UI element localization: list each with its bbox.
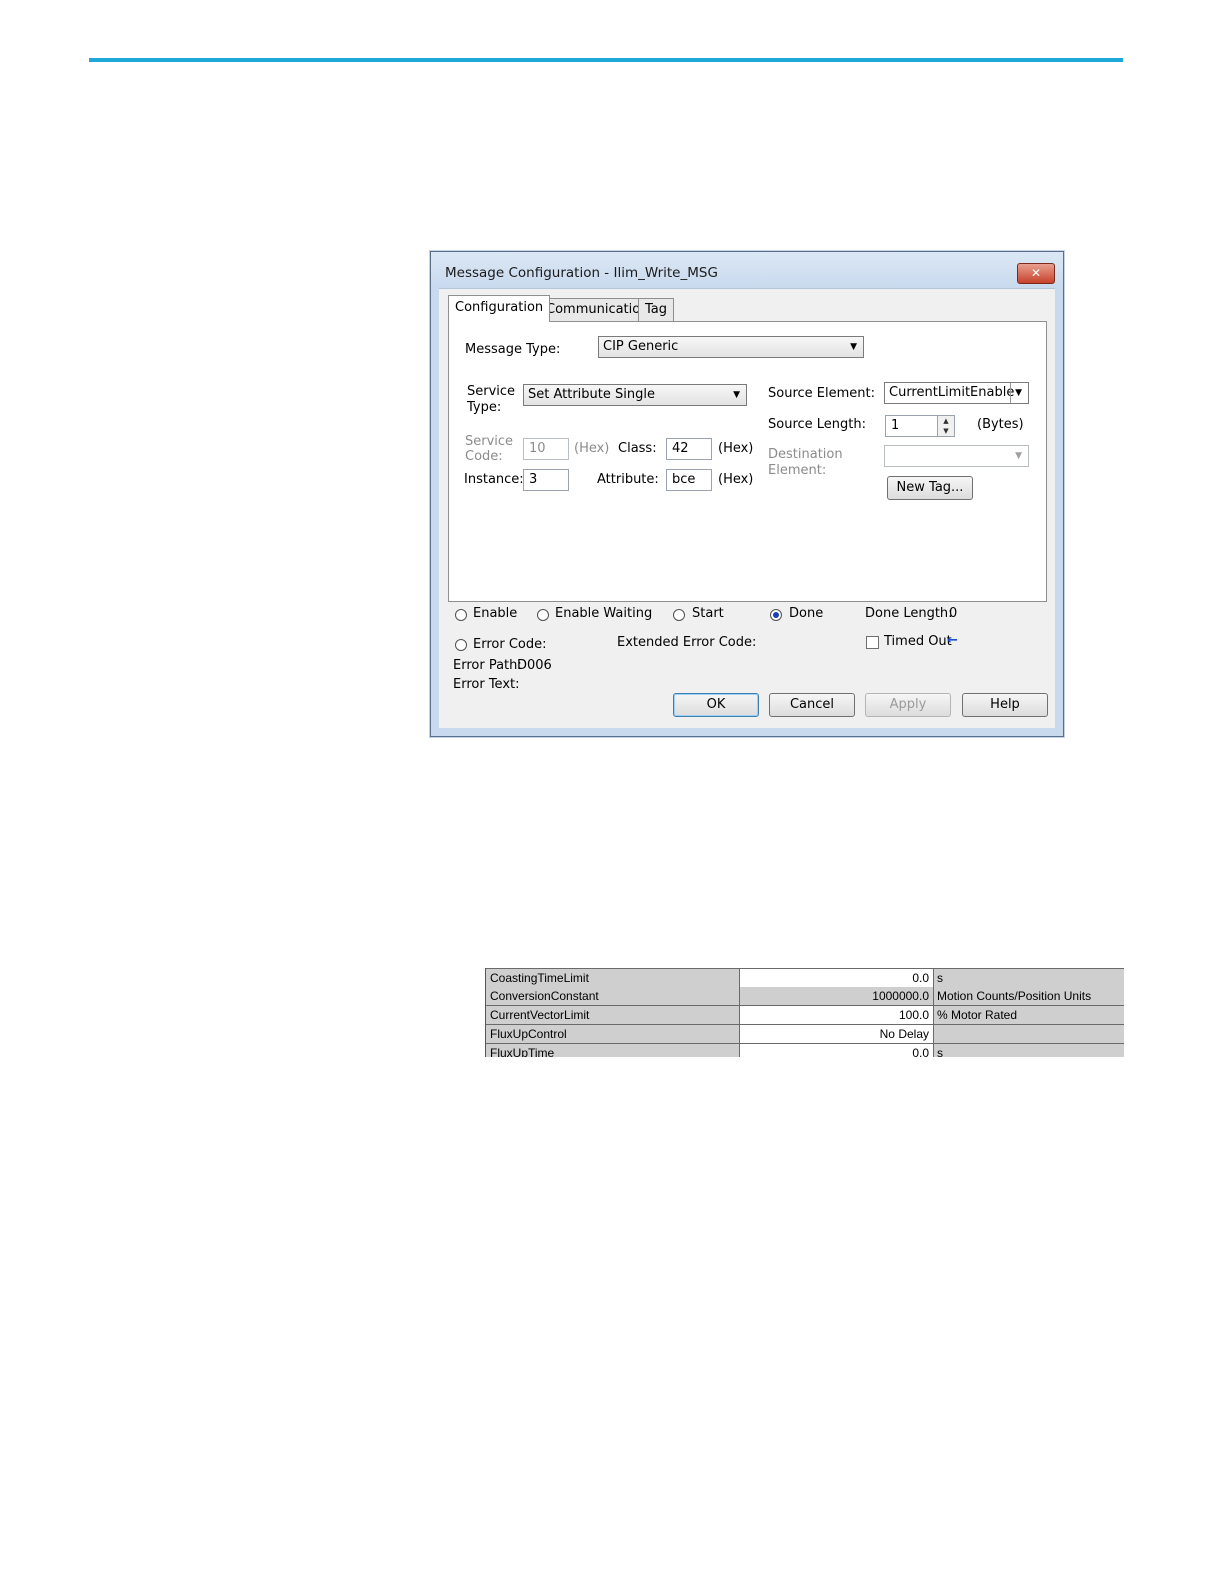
parameter-value[interactable]: 1000000.0 — [740, 987, 934, 1005]
chevron-down-icon: ▼ — [1015, 451, 1022, 461]
help-button[interactable]: Help — [962, 693, 1048, 717]
message-type-value: CIP Generic — [603, 339, 679, 354]
dialog-frame-left — [431, 288, 439, 736]
source-element-value: CurrentLimitEnable — [889, 385, 1015, 400]
service-code-field: 10 — [523, 438, 569, 460]
chevron-down-icon: ▼ — [850, 342, 857, 352]
service-type-value: Set Attribute Single — [528, 387, 655, 402]
message-configuration-dialog: Message Configuration - Ilim_Write_MSG ✕… — [430, 251, 1064, 737]
service-type-label-2: Type: — [467, 400, 502, 415]
parameter-name: ConversionConstant — [486, 987, 740, 1005]
parameter-value[interactable]: 0.0 — [740, 969, 934, 987]
chevron-down-icon: ▼ — [1010, 383, 1022, 403]
service-code-label: Service — [465, 434, 514, 449]
ok-button[interactable]: OK — [673, 693, 759, 717]
parameter-value[interactable]: 0.0 — [740, 1044, 934, 1057]
configuration-panel: Message Type: CIP Generic ▼ Service Type… — [448, 321, 1047, 602]
parameter-unit: % Motor Rated — [934, 1006, 1124, 1024]
extended-error-code-label: Extended Error Code: — [617, 635, 757, 650]
service-type-select[interactable]: Set Attribute Single ▼ — [523, 384, 747, 406]
parameter-name: FluxUpControl — [486, 1025, 740, 1043]
timed-out-checkbox — [866, 636, 879, 649]
page-top-rule — [89, 58, 1123, 62]
new-tag-button[interactable]: New Tag... — [887, 476, 973, 500]
done-length-value: 0 — [949, 606, 958, 621]
instance-field[interactable]: 3 — [523, 469, 569, 491]
dialog-frame-bottom — [431, 728, 1063, 736]
error-code-indicator — [455, 639, 467, 651]
done-label: Done — [789, 606, 824, 621]
tab-configuration[interactable]: Configuration — [448, 295, 551, 322]
instance-label: Instance: — [464, 472, 524, 487]
parameter-unit — [934, 1025, 1124, 1043]
table-row: FluxUpControl No Delay — [486, 1025, 1124, 1044]
close-button[interactable]: ✕ — [1017, 263, 1055, 284]
parameter-value[interactable]: No Delay — [740, 1025, 934, 1043]
chevron-down-icon: ▼ — [733, 390, 740, 400]
table-row: CurrentVectorLimit 100.0 % Motor Rated — [486, 1006, 1124, 1025]
error-code-label: Error Code: — [473, 637, 547, 652]
arrow-left-icon: ← — [947, 633, 958, 648]
source-length-field[interactable]: 1 — [885, 415, 938, 437]
start-indicator — [673, 609, 685, 621]
enable-waiting-label: Enable Waiting — [555, 606, 653, 621]
message-type-label: Message Type: — [465, 342, 561, 357]
table-row: ConversionConstant 1000000.0 Motion Coun… — [486, 987, 1124, 1006]
attribute-field[interactable]: bce — [666, 469, 712, 491]
source-length-spinner[interactable]: ▲ ▼ — [937, 415, 955, 437]
dialog-frame-right — [1055, 288, 1063, 736]
service-type-label: Service — [467, 384, 516, 399]
message-type-select[interactable]: CIP Generic ▼ — [598, 336, 864, 358]
error-path-value: D006 — [517, 658, 552, 673]
parameter-value[interactable]: 100.0 — [740, 1006, 934, 1024]
parameter-name: CoastingTimeLimit — [486, 969, 740, 987]
attribute-label: Attribute: — [597, 472, 659, 487]
source-element-label: Source Element: — [768, 386, 875, 401]
parameter-table: CoastingTimeLimit 0.0 s ConversionConsta… — [485, 968, 1124, 1057]
parameter-unit: Motion Counts/Position Units — [934, 987, 1124, 1005]
table-row: CoastingTimeLimit 0.0 s — [486, 968, 1124, 988]
class-label: Class: — [618, 441, 657, 456]
cancel-button[interactable]: Cancel — [769, 693, 855, 717]
close-icon: ✕ — [1030, 266, 1042, 280]
parameter-name: FluxUpTime — [486, 1044, 740, 1057]
dialog-title: Message Configuration - Ilim_Write_MSG — [445, 265, 718, 281]
attribute-hex-label: (Hex) — [718, 472, 754, 487]
parameter-unit: s — [934, 969, 1124, 987]
parameter-unit: s — [934, 1044, 1124, 1057]
error-path-label: Error Path: — [453, 658, 522, 673]
spin-down-icon[interactable]: ▼ — [938, 426, 954, 436]
table-row: FluxUpTime 0.0 s — [486, 1044, 1124, 1057]
destination-element-select: ▼ — [884, 445, 1029, 467]
done-length-label: Done Length: — [865, 606, 953, 621]
done-indicator — [770, 609, 782, 621]
parameter-name: CurrentVectorLimit — [486, 1006, 740, 1024]
bytes-label: (Bytes) — [977, 417, 1024, 432]
class-hex-label: (Hex) — [718, 441, 754, 456]
enable-indicator — [455, 609, 467, 621]
source-length-label: Source Length: — [768, 417, 867, 432]
apply-button: Apply — [865, 693, 951, 717]
service-code-label-2: Code: — [465, 449, 503, 464]
class-field[interactable]: 42 — [666, 438, 712, 460]
timed-out-label: Timed Out — [884, 634, 952, 649]
dialog-titlebar[interactable]: Message Configuration - Ilim_Write_MSG ✕ — [431, 252, 1063, 289]
spin-up-icon[interactable]: ▲ — [938, 416, 954, 426]
tab-tag[interactable]: Tag — [638, 298, 675, 321]
error-text-label: Error Text: — [453, 677, 520, 692]
destination-element-label-2: Element: — [768, 463, 827, 478]
enable-waiting-indicator — [537, 609, 549, 621]
destination-element-label: Destination — [768, 447, 843, 462]
source-element-select[interactable]: CurrentLimitEnable ▼ — [884, 382, 1029, 404]
service-code-hex-label: (Hex) — [574, 441, 610, 456]
enable-label: Enable — [473, 606, 518, 621]
start-label: Start — [692, 606, 724, 621]
